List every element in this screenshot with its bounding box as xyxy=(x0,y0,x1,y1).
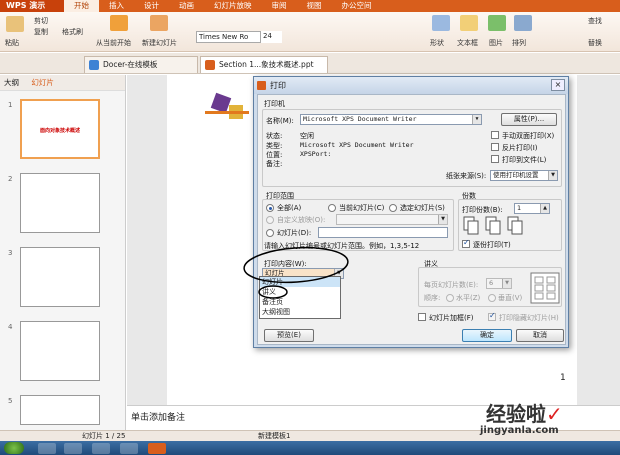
annotation-overlay xyxy=(243,246,349,299)
annotation-ellipse xyxy=(258,285,288,299)
annotation-ellipse xyxy=(243,246,349,284)
